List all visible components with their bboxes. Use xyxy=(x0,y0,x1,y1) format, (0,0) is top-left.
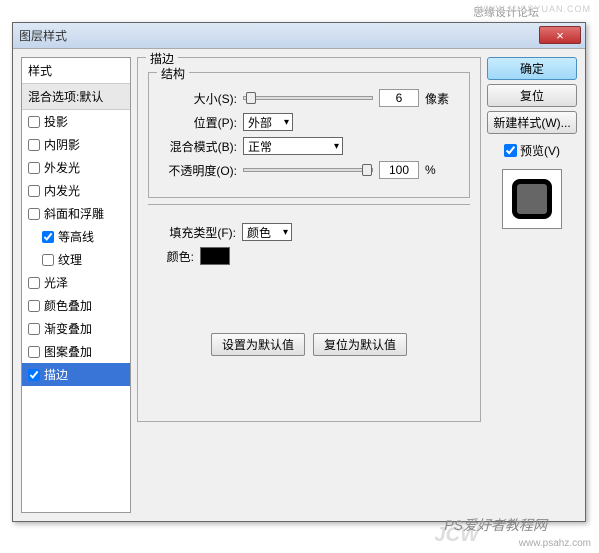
fill-fieldset: 填充类型(F): 颜色 颜色: xyxy=(148,204,470,283)
style-label: 斜面和浮雕 xyxy=(44,205,104,222)
style-checkbox-9[interactable] xyxy=(28,323,40,335)
style-checkbox-6[interactable] xyxy=(42,254,54,266)
style-checkbox-0[interactable] xyxy=(28,116,40,128)
style-item-3[interactable]: 内发光 xyxy=(22,179,130,202)
opacity-slider[interactable] xyxy=(243,168,373,172)
right-button-panel: 确定 复位 新建样式(W)... 预览(V) xyxy=(487,57,577,513)
layer-style-dialog: 图层样式 × 样式 混合选项:默认 投影内阴影外发光内发光斜面和浮雕等高线纹理光… xyxy=(12,22,586,522)
style-label: 等高线 xyxy=(58,228,94,245)
cancel-button[interactable]: 复位 xyxy=(487,84,577,107)
style-item-6[interactable]: 纹理 xyxy=(22,248,130,271)
dialog-title: 图层样式 xyxy=(19,27,67,44)
style-label: 内发光 xyxy=(44,182,80,199)
preview-box xyxy=(502,169,562,229)
structure-fieldset: 结构 大小(S): 像素 位置(P): 外部 混合模式(B): 正常 xyxy=(148,72,470,198)
style-checkbox-3[interactable] xyxy=(28,185,40,197)
watermark-top-url: WWW.MISSYUAN.COM xyxy=(477,4,591,14)
structure-legend: 结构 xyxy=(157,65,189,82)
position-label: 位置(P): xyxy=(157,114,237,131)
style-checkbox-8[interactable] xyxy=(28,300,40,312)
size-input[interactable] xyxy=(379,89,419,107)
style-item-5[interactable]: 等高线 xyxy=(22,225,130,248)
opacity-unit: % xyxy=(425,163,436,177)
blend-mode-label: 混合模式(B): xyxy=(157,138,237,155)
style-item-8[interactable]: 颜色叠加 xyxy=(22,294,130,317)
style-label: 纹理 xyxy=(58,251,82,268)
style-label: 图案叠加 xyxy=(44,343,92,360)
blending-options[interactable]: 混合选项:默认 xyxy=(22,84,130,110)
style-checkbox-7[interactable] xyxy=(28,277,40,289)
style-label: 外发光 xyxy=(44,159,80,176)
size-unit: 像素 xyxy=(425,90,449,107)
style-item-4[interactable]: 斜面和浮雕 xyxy=(22,202,130,225)
color-swatch[interactable] xyxy=(200,247,230,265)
style-item-11[interactable]: 描边 xyxy=(22,363,130,386)
preview-checkbox-row: 预览(V) xyxy=(487,142,577,159)
fill-type-dropdown[interactable]: 颜色 xyxy=(242,223,292,241)
style-checkbox-5[interactable] xyxy=(42,231,54,243)
reset-default-button[interactable]: 复位为默认值 xyxy=(313,333,407,356)
watermark-ps: PS爱好者教程网 xyxy=(444,515,547,535)
style-label: 光泽 xyxy=(44,274,68,291)
ok-button[interactable]: 确定 xyxy=(487,57,577,80)
position-dropdown[interactable]: 外部 xyxy=(243,113,293,131)
watermark-url: www.psahz.com xyxy=(519,538,591,549)
fill-type-label: 填充类型(F): xyxy=(156,224,236,241)
set-default-button[interactable]: 设置为默认值 xyxy=(211,333,305,356)
preview-label: 预览(V) xyxy=(520,142,560,159)
dialog-body: 样式 混合选项:默认 投影内阴影外发光内发光斜面和浮雕等高线纹理光泽颜色叠加渐变… xyxy=(13,49,585,521)
style-checkbox-4[interactable] xyxy=(28,208,40,220)
style-label: 颜色叠加 xyxy=(44,297,92,314)
stroke-settings-panel: 描边 结构 大小(S): 像素 位置(P): 外部 混合模式(B): xyxy=(137,57,481,513)
style-item-10[interactable]: 图案叠加 xyxy=(22,340,130,363)
preview-shape xyxy=(512,179,552,219)
close-button[interactable]: × xyxy=(539,26,581,44)
styles-header[interactable]: 样式 xyxy=(22,58,130,84)
style-label: 投影 xyxy=(44,113,68,130)
opacity-label: 不透明度(O): xyxy=(157,162,237,179)
style-item-2[interactable]: 外发光 xyxy=(22,156,130,179)
blend-mode-dropdown[interactable]: 正常 xyxy=(243,137,343,155)
default-buttons-row: 设置为默认值 复位为默认值 xyxy=(148,333,470,356)
color-label: 颜色: xyxy=(156,248,194,265)
stroke-fieldset: 描边 结构 大小(S): 像素 位置(P): 外部 混合模式(B): xyxy=(137,57,481,422)
size-label: 大小(S): xyxy=(157,90,237,107)
size-slider[interactable] xyxy=(243,96,373,100)
titlebar[interactable]: 图层样式 × xyxy=(13,23,585,49)
opacity-input[interactable] xyxy=(379,161,419,179)
style-label: 描边 xyxy=(44,366,68,383)
style-label: 渐变叠加 xyxy=(44,320,92,337)
preview-checkbox[interactable] xyxy=(504,144,517,157)
style-item-0[interactable]: 投影 xyxy=(22,110,130,133)
style-checkbox-10[interactable] xyxy=(28,346,40,358)
style-item-9[interactable]: 渐变叠加 xyxy=(22,317,130,340)
style-checkbox-1[interactable] xyxy=(28,139,40,151)
styles-list-panel: 样式 混合选项:默认 投影内阴影外发光内发光斜面和浮雕等高线纹理光泽颜色叠加渐变… xyxy=(21,57,131,513)
style-checkbox-2[interactable] xyxy=(28,162,40,174)
style-checkbox-11[interactable] xyxy=(28,369,40,381)
new-style-button[interactable]: 新建样式(W)... xyxy=(487,111,577,134)
style-item-1[interactable]: 内阴影 xyxy=(22,133,130,156)
style-item-7[interactable]: 光泽 xyxy=(22,271,130,294)
style-label: 内阴影 xyxy=(44,136,80,153)
